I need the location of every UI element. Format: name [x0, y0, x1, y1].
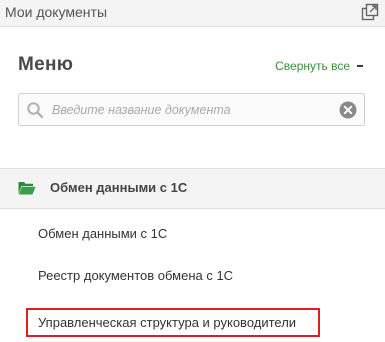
- search-icon: [26, 101, 44, 119]
- search-input[interactable]: [52, 100, 332, 120]
- window-titlebar: Мои документы: [0, 0, 385, 27]
- clear-icon[interactable]: [339, 101, 357, 119]
- menu-item-management-structure[interactable]: Управленческая структура и руководители: [38, 315, 296, 330]
- collapse-all-button[interactable]: Свернуть все: [275, 59, 363, 73]
- window-title: Мои документы: [5, 4, 108, 20]
- minus-icon: [357, 64, 363, 67]
- menu-heading: Меню: [18, 54, 74, 75]
- popout-icon[interactable]: [361, 3, 379, 21]
- menu-item-exchange-registry[interactable]: Реестр документов обмена с 1С: [38, 268, 233, 283]
- folder-open-icon: [18, 181, 36, 195]
- search-box: [18, 93, 365, 126]
- menu-item-1c-exchange[interactable]: Обмен данными с 1С: [38, 226, 167, 241]
- section-label: Обмен данными с 1С: [50, 180, 188, 195]
- collapse-all-label: Свернуть все: [275, 59, 350, 73]
- section-header-1c-exchange[interactable]: Обмен данными с 1С: [0, 168, 385, 209]
